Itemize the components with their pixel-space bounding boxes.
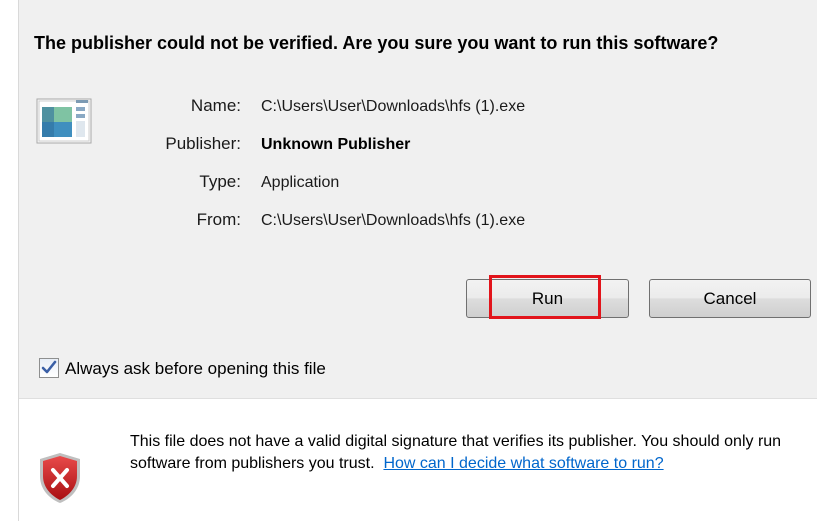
from-row: From: C:\Users\User\Downloads\hfs (1).ex… [19, 210, 817, 232]
help-link[interactable]: How can I decide what software to run? [383, 455, 663, 472]
dialog-warning-panel: This file does not have a valid digital … [19, 399, 817, 521]
type-label: Type: [199, 172, 241, 191]
warning-message: This file does not have a valid digital … [130, 431, 810, 475]
from-value: C:\Users\User\Downloads\hfs (1).exe [261, 212, 526, 229]
from-label: From: [196, 210, 241, 229]
name-label: Name: [190, 96, 241, 115]
always-ask-checkbox[interactable] [39, 358, 59, 378]
type-value: Application [261, 174, 340, 191]
cancel-button[interactable]: Cancel [649, 279, 811, 318]
publisher-value: Unknown Publisher [261, 136, 411, 153]
always-ask-label[interactable]: Always ask before opening this file [65, 358, 326, 379]
publisher-row: Publisher: Unknown Publisher [19, 134, 817, 156]
publisher-label: Publisher: [165, 134, 241, 153]
security-warning-dialog: The publisher could not be verified. Are… [18, 0, 817, 521]
dialog-upper-panel: The publisher could not be verified. Are… [19, 0, 817, 399]
name-value: C:\Users\User\Downloads\hfs (1).exe [261, 98, 526, 115]
name-row: Name: C:\Users\User\Downloads\hfs (1).ex… [19, 96, 817, 118]
run-button[interactable]: Run [466, 279, 629, 318]
dialog-headline: The publisher could not be verified. Are… [34, 33, 719, 53]
checkmark-icon [41, 360, 57, 374]
security-shield-x-icon [38, 452, 82, 504]
type-row: Type: Application [19, 172, 817, 194]
